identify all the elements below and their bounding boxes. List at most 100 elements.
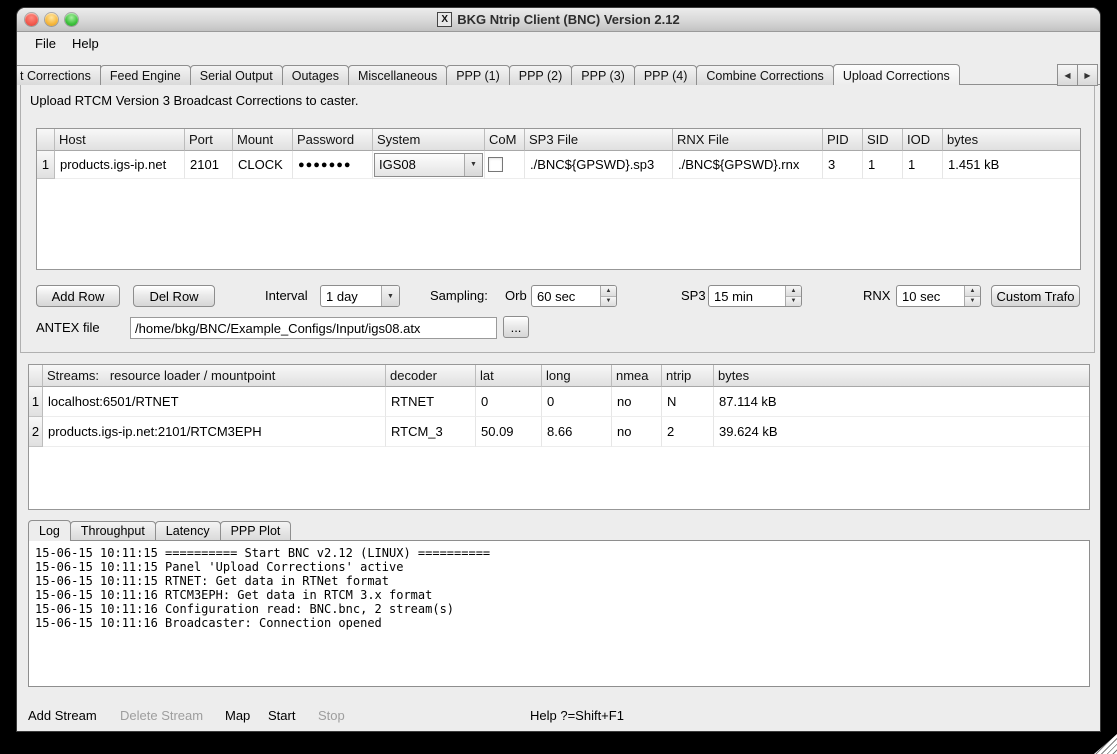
- orb-spin-buttons: ▲ ▼: [600, 286, 616, 306]
- tab-combine-corrections[interactable]: Combine Corrections: [696, 65, 833, 85]
- col-header-host: Host: [55, 129, 185, 151]
- com-checkbox[interactable]: [488, 157, 503, 172]
- spin-up-icon[interactable]: ▲: [786, 286, 801, 296]
- tab-ppp-3[interactable]: PPP (3): [571, 65, 635, 85]
- antex-file-input[interactable]: [130, 317, 497, 339]
- col-header-iod: IOD: [903, 129, 943, 151]
- upload-table-header-row: Host Port Mount Password System CoM SP3 …: [37, 129, 1080, 151]
- sp3-sampling-spinbox[interactable]: 15 min ▲ ▼: [708, 285, 802, 307]
- interval-combobox-value: 1 day: [321, 286, 381, 306]
- cell-host[interactable]: products.igs-ip.net: [55, 151, 185, 179]
- cell-mount[interactable]: CLOCK: [233, 151, 293, 179]
- tab-ppp-2[interactable]: PPP (2): [509, 65, 573, 85]
- title-bar[interactable]: X BKG Ntrip Client (BNC) Version 2.12: [17, 8, 1100, 32]
- col-header-password: Password: [293, 129, 373, 151]
- add-stream-button[interactable]: Add Stream: [28, 705, 97, 727]
- menu-help[interactable]: Help: [64, 34, 107, 53]
- log-line: 15-06-15 10:11:16 Configuration read: BN…: [35, 602, 1083, 616]
- col-header-pid: PID: [823, 129, 863, 151]
- sp3-spin-buttons: ▲ ▼: [785, 286, 801, 306]
- scroll-right-icon[interactable]: ▶: [1077, 64, 1098, 86]
- scroll-left-icon[interactable]: ◀: [1057, 64, 1078, 86]
- cell-com: [485, 151, 525, 179]
- row-header: 2: [29, 417, 43, 447]
- cell-mountpoint: products.igs-ip.net:2101/RTCM3EPH: [43, 417, 386, 447]
- tab-ppp-4[interactable]: PPP (4): [634, 65, 698, 85]
- tab-miscellaneous[interactable]: Miscellaneous: [348, 65, 447, 85]
- stream-row[interactable]: 1 localhost:6501/RTNET RTNET 0 0 no N 87…: [29, 387, 1089, 417]
- col-header-nmea: nmea: [612, 365, 662, 387]
- orb-label: Orb: [505, 285, 527, 307]
- tab-serial-output[interactable]: Serial Output: [190, 65, 283, 85]
- browse-button[interactable]: ...: [503, 316, 529, 338]
- start-button[interactable]: Start: [268, 705, 295, 727]
- spin-up-icon[interactable]: ▲: [965, 286, 980, 296]
- row-header: 1: [37, 151, 55, 179]
- log-view[interactable]: 15-06-15 10:11:15 ========== Start BNC v…: [28, 540, 1090, 687]
- cell-pid[interactable]: 3: [823, 151, 863, 179]
- tab-ppp-plot[interactable]: PPP Plot: [220, 521, 292, 540]
- add-row-button[interactable]: Add Row: [36, 285, 120, 307]
- orb-sampling-spinbox[interactable]: 60 sec ▲ ▼: [531, 285, 617, 307]
- minimize-button[interactable]: [45, 13, 58, 26]
- interval-label: Interval: [265, 285, 308, 307]
- menu-file[interactable]: File: [27, 34, 64, 53]
- streams-header-row: Streams: resource loader / mountpoint de…: [29, 365, 1089, 387]
- cell-sid[interactable]: 1: [863, 151, 903, 179]
- log-line: 15-06-15 10:11:15 RTNET: Get data in RTN…: [35, 574, 1083, 588]
- tab-throughput[interactable]: Throughput: [70, 521, 156, 540]
- resize-grip[interactable]: [1094, 734, 1117, 754]
- cell-long: 8.66: [542, 417, 612, 447]
- sp3-sampling-value: 15 min: [709, 286, 785, 306]
- map-button[interactable]: Map: [225, 705, 250, 727]
- top-tab-bar: t Corrections Feed Engine Serial Output …: [17, 63, 1057, 85]
- upload-table-row: 1 products.igs-ip.net 2101 CLOCK ●●●●●●●…: [37, 151, 1080, 179]
- col-header-sp3-file: SP3 File: [525, 129, 673, 151]
- system-combobox[interactable]: IGS08 ▼: [374, 153, 483, 177]
- screen-background: X BKG Ntrip Client (BNC) Version 2.12 Fi…: [0, 0, 1117, 754]
- chevron-down-icon[interactable]: ▼: [464, 154, 482, 176]
- help-hint-label: Help ?=Shift+F1: [530, 705, 624, 727]
- tab-outages[interactable]: Outages: [282, 65, 349, 85]
- log-line: 15-06-15 10:11:15 Panel 'Upload Correcti…: [35, 560, 1083, 574]
- cell-bytes: 87.114 kB: [714, 387, 1089, 417]
- spin-down-icon[interactable]: ▼: [786, 296, 801, 307]
- streams-table: Streams: resource loader / mountpoint de…: [28, 364, 1090, 510]
- del-row-button[interactable]: Del Row: [133, 285, 215, 307]
- spin-down-icon[interactable]: ▼: [965, 296, 980, 307]
- cell-port[interactable]: 2101: [185, 151, 233, 179]
- streams-table-empty-area: [29, 447, 1089, 509]
- custom-trafo-button[interactable]: Custom Trafo: [991, 285, 1080, 307]
- tab-scroll-buttons: ◀ ▶: [1058, 64, 1098, 86]
- interval-combobox[interactable]: 1 day ▼: [320, 285, 400, 307]
- system-combobox-value: IGS08: [375, 154, 464, 176]
- col-header-lat: lat: [476, 365, 542, 387]
- orb-sampling-value: 60 sec: [532, 286, 600, 306]
- zoom-button[interactable]: [65, 13, 78, 26]
- tab-feed-engine[interactable]: Feed Engine: [100, 65, 191, 85]
- col-header-com: CoM: [485, 129, 525, 151]
- col-header-sid: SID: [863, 129, 903, 151]
- cell-nmea: no: [612, 417, 662, 447]
- cell-password[interactable]: ●●●●●●●: [293, 151, 373, 179]
- chevron-down-icon[interactable]: ▼: [381, 286, 399, 306]
- cell-lat: 0: [476, 387, 542, 417]
- cell-bytes: 1.451 kB: [943, 151, 1080, 179]
- cell-iod[interactable]: 1: [903, 151, 943, 179]
- rnx-spin-buttons: ▲ ▼: [964, 286, 980, 306]
- cell-sp3-file[interactable]: ./BNC${GPSWD}.sp3: [525, 151, 673, 179]
- cell-lat: 50.09: [476, 417, 542, 447]
- tab-broadcast-corrections[interactable]: t Corrections: [17, 65, 101, 85]
- tab-log[interactable]: Log: [28, 520, 71, 541]
- close-button[interactable]: [25, 13, 38, 26]
- cell-rnx-file[interactable]: ./BNC${GPSWD}.rnx: [673, 151, 823, 179]
- title-group: X BKG Ntrip Client (BNC) Version 2.12: [437, 12, 679, 27]
- rnx-sampling-spinbox[interactable]: 10 sec ▲ ▼: [896, 285, 981, 307]
- tab-upload-corrections[interactable]: Upload Corrections: [833, 64, 960, 85]
- spin-up-icon[interactable]: ▲: [601, 286, 616, 296]
- tab-latency[interactable]: Latency: [155, 521, 221, 540]
- spin-down-icon[interactable]: ▼: [601, 296, 616, 307]
- col-header-bytes: bytes: [714, 365, 1089, 387]
- stream-row[interactable]: 2 products.igs-ip.net:2101/RTCM3EPH RTCM…: [29, 417, 1089, 447]
- tab-ppp-1[interactable]: PPP (1): [446, 65, 510, 85]
